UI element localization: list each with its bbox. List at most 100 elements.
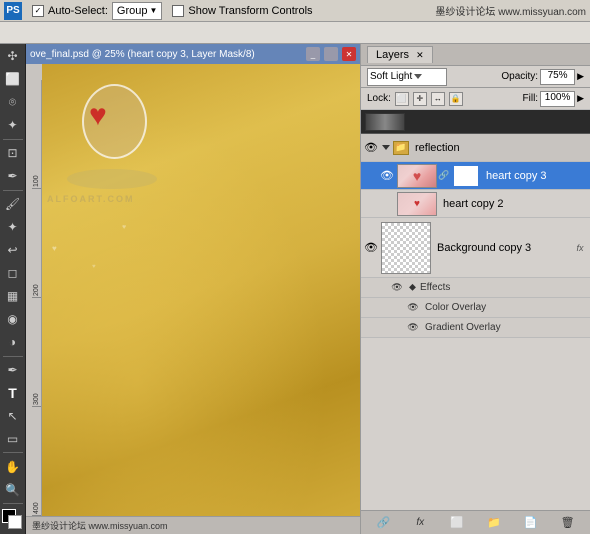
- effects-visibility-icon[interactable]: 👁: [389, 280, 405, 296]
- layers-list: 👁 📁 reflection 👁 🔗 heart copy 3: [361, 110, 590, 510]
- effects-group-row[interactable]: 👁 ⬥ Effects: [361, 278, 590, 298]
- color-overlay-name: Color Overlay: [425, 302, 486, 313]
- heart3-layer-name: heart copy 3: [482, 170, 588, 182]
- tool-divider-4: [3, 452, 23, 453]
- top-menubar: PS ✓ Auto-Select: Group ▼ Show Transform…: [0, 0, 590, 22]
- main-layout: ✣ ⬜ ⌾ ✦ ⊡ ✒ 🖌 ✦ ↩ ◻ ▦ ◉ ◑ ✒ T ↖ ▭ ✋ 🔍 ov…: [0, 44, 590, 534]
- heart2-thumbnail: ♥: [397, 192, 437, 216]
- layer-strip: [361, 110, 590, 134]
- opacity-arrow[interactable]: ▶: [577, 71, 584, 82]
- zoom-tool-icon[interactable]: 🔍: [2, 479, 24, 500]
- reflection-group-row[interactable]: 👁 📁 reflection: [361, 134, 590, 162]
- foreground-bg-colors[interactable]: [2, 509, 24, 530]
- text-tool-icon[interactable]: T: [2, 382, 24, 403]
- path-select-icon[interactable]: ↖: [2, 405, 24, 426]
- blend-mode-dropdown[interactable]: Soft Light: [367, 68, 447, 86]
- heart-copy-2-row[interactable]: ♥ heart copy 2: [361, 190, 590, 218]
- color-overlay-row[interactable]: 👁 Color Overlay: [361, 298, 590, 318]
- show-transform-group: Show Transform Controls: [172, 5, 312, 17]
- layers-panel: Layers ✕ Soft Light Opacity: 75% ▶ Lock:…: [360, 44, 590, 534]
- lasso-tool-icon[interactable]: ⌾: [2, 92, 24, 113]
- gradient-overlay-row[interactable]: 👁 Gradient Overlay: [361, 318, 590, 338]
- layer-link-button[interactable]: 🔗: [373, 514, 393, 532]
- hand-tool-icon[interactable]: ✋: [2, 456, 24, 477]
- heart3-mask-thumbnail: [452, 164, 480, 188]
- layer-mask-button[interactable]: ⬜: [447, 514, 467, 532]
- group-dropdown[interactable]: Group ▼: [112, 2, 163, 20]
- magic-wand-icon[interactable]: ✦: [2, 115, 24, 136]
- chinese-url: 墨纱设计论坛 www.missyuan.com: [435, 3, 586, 18]
- tool-divider-1: [3, 139, 23, 140]
- canvas-area-wrapper: ove_final.psd @ 25% (heart copy 3, Layer…: [26, 44, 360, 534]
- heart3-link-icon: 🔗: [439, 164, 449, 188]
- auto-select-label: Auto-Select:: [48, 5, 108, 17]
- effects-name: Effects: [420, 282, 450, 293]
- layers-tab-bar: Layers ✕: [361, 44, 590, 66]
- dodge-tool-icon[interactable]: ◑: [2, 332, 24, 353]
- red-heart-canvas: ♥: [89, 99, 107, 133]
- crop-tool-icon[interactable]: ⊡: [2, 143, 24, 164]
- eraser-tool-icon[interactable]: ◻: [2, 263, 24, 284]
- canvas-status-text: 墨纱设计论坛 www.missyuan.com: [32, 519, 168, 532]
- maximize-button[interactable]: [324, 47, 338, 61]
- lock-move-icon[interactable]: ↔: [431, 92, 445, 106]
- lock-pixels-icon[interactable]: ⬜: [395, 92, 409, 106]
- color-overlay-visibility-icon[interactable]: 👁: [405, 300, 421, 316]
- canvas-image: ♥ ♥ ♥ ♥ ALFOART.COM: [42, 64, 360, 516]
- heart2-visibility-placeholder: [379, 196, 395, 212]
- gradient-overlay-visibility-icon[interactable]: 👁: [405, 320, 421, 336]
- bg-copy-3-row[interactable]: 👁 Background copy 3 fx: [361, 218, 590, 278]
- marquee-tool-icon[interactable]: ⬜: [2, 69, 24, 90]
- tool-divider-3: [3, 356, 23, 357]
- new-layer-button[interactable]: 📄: [521, 514, 541, 532]
- ruler-corner: [26, 64, 42, 80]
- fill-control: Fill: 100% ▶: [523, 91, 584, 107]
- shape-tool-icon[interactable]: ▭: [2, 428, 24, 449]
- opacity-control: Opacity: 75% ▶: [501, 69, 584, 85]
- show-transform-label: Show Transform Controls: [188, 5, 312, 17]
- blend-mode-arrow: [414, 74, 422, 79]
- tool-divider-5: [3, 503, 23, 504]
- heart2-layer-name: heart copy 2: [439, 198, 588, 210]
- show-transform-checkbox[interactable]: [172, 5, 184, 17]
- gradient-overlay-name: Gradient Overlay: [425, 322, 501, 333]
- auto-select-group: ✓ Auto-Select: Group ▼: [32, 2, 162, 20]
- delete-layer-button[interactable]: 🗑: [558, 514, 578, 532]
- fill-arrow[interactable]: ▶: [577, 93, 584, 104]
- effects-label: ⬥: [409, 282, 416, 293]
- reflection-visibility-icon[interactable]: 👁: [363, 140, 379, 156]
- bg3-thumbnail: [381, 222, 431, 274]
- auto-select-checkbox[interactable]: ✓: [32, 5, 44, 17]
- heart-copy-3-row[interactable]: 👁 🔗 heart copy 3: [361, 162, 590, 190]
- reflection-expand-arrow[interactable]: [381, 143, 391, 153]
- new-group-button[interactable]: 📁: [484, 514, 504, 532]
- eyedropper-icon[interactable]: ✒: [2, 166, 24, 187]
- vertical-ruler: 100 200 300 400: [26, 80, 42, 516]
- fill-input[interactable]: 100%: [540, 91, 575, 107]
- gradient-tool-icon[interactable]: ▦: [2, 286, 24, 307]
- minimize-button[interactable]: _: [306, 47, 320, 61]
- lock-all-icon[interactable]: 🔒: [449, 92, 463, 106]
- canvas-title-bar: ove_final.psd @ 25% (heart copy 3, Layer…: [26, 44, 360, 64]
- lock-position-icon[interactable]: ✛: [413, 92, 427, 106]
- layers-bottom-bar: 🔗 fx ⬜ 📁 📄 🗑: [361, 510, 590, 534]
- bg3-visibility-icon[interactable]: 👁: [363, 240, 379, 256]
- close-button[interactable]: ✕: [342, 47, 356, 61]
- blur-tool-icon[interactable]: ◉: [2, 309, 24, 330]
- history-brush-icon[interactable]: ↩: [2, 240, 24, 261]
- opacity-input[interactable]: 75%: [540, 69, 575, 85]
- heart3-thumbnail: [397, 164, 437, 188]
- layer-fx-button[interactable]: fx: [410, 514, 430, 532]
- heart3-visibility-icon[interactable]: 👁: [379, 168, 395, 184]
- reflection-folder-icon: 📁: [393, 141, 409, 155]
- ps-icon: PS: [4, 2, 22, 20]
- reflection-layer-name: reflection: [411, 142, 588, 154]
- layers-tab[interactable]: Layers ✕: [367, 46, 433, 63]
- left-tools-panel: ✣ ⬜ ⌾ ✦ ⊡ ✒ 🖌 ✦ ↩ ◻ ▦ ◉ ◑ ✒ T ↖ ▭ ✋ 🔍: [0, 44, 26, 534]
- bg3-layer-name: Background copy 3: [433, 242, 570, 254]
- brush-tool-icon[interactable]: 🖌: [2, 194, 24, 215]
- pen-tool-icon[interactable]: ✒: [2, 359, 24, 380]
- layers-controls-row: Soft Light Opacity: 75% ▶: [361, 66, 590, 88]
- move-tool-icon[interactable]: ✣: [2, 46, 24, 67]
- clone-stamp-icon[interactable]: ✦: [2, 217, 24, 238]
